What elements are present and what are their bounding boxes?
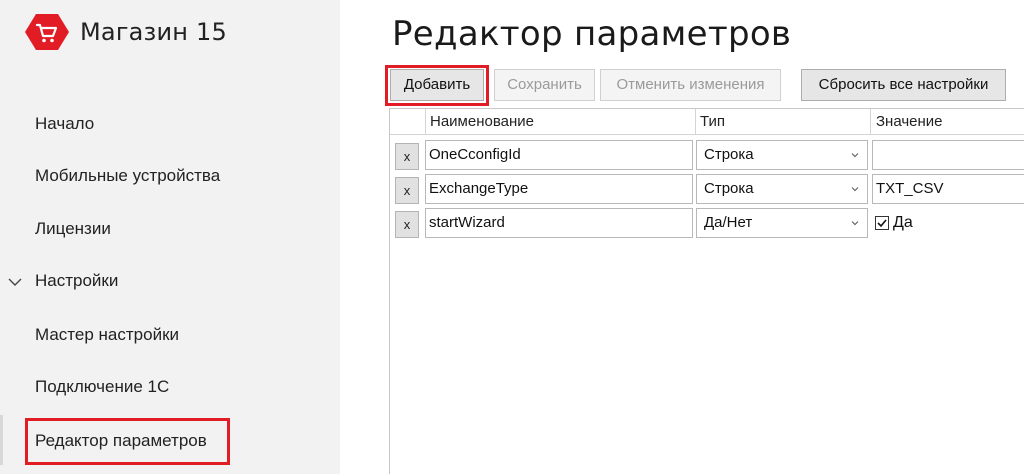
type-select-value: Строка bbox=[704, 180, 754, 197]
checkbox[interactable] bbox=[875, 216, 889, 230]
parameter-type-select[interactable]: Строка bbox=[696, 174, 868, 204]
column-header-name[interactable]: Наименование bbox=[430, 109, 534, 135]
parameter-value-field[interactable] bbox=[872, 140, 1024, 170]
type-select-value: Строка bbox=[704, 146, 754, 163]
page-title: Редактор параметров bbox=[392, 14, 792, 54]
shopping-cart-icon bbox=[25, 14, 69, 50]
parameter-type-select[interactable]: Строка bbox=[696, 140, 868, 170]
column-header-value[interactable]: Значение bbox=[876, 109, 943, 135]
header-divider bbox=[390, 134, 1024, 135]
parameters-grid: Наименование Тип Значение x OneCconfigId… bbox=[389, 108, 1024, 474]
parameter-name-field[interactable]: startWizard bbox=[425, 208, 693, 238]
table-row: x OneCconfigId Строка bbox=[390, 140, 1024, 174]
sidebar: Магазин 15 Начало Мобильные устройства Л… bbox=[0, 0, 340, 474]
parameter-name-field[interactable]: OneCconfigId bbox=[425, 140, 693, 170]
parameter-value-checkbox[interactable]: Да bbox=[872, 208, 1024, 238]
brand-name: Магазин 15 bbox=[80, 18, 227, 46]
sidebar-item-mobile-devices[interactable]: Мобильные устройства bbox=[35, 164, 220, 188]
sidebar-item-setup-wizard[interactable]: Мастер настройки bbox=[35, 323, 179, 347]
main-content: Редактор параметров Добавить Сохранить О… bbox=[340, 0, 1024, 474]
reset-settings-button[interactable]: Сбросить все настройки bbox=[801, 69, 1006, 101]
brand-logo: Магазин 15 bbox=[24, 12, 227, 52]
parameter-type-select[interactable]: Да/Нет bbox=[696, 208, 868, 238]
sidebar-item-1c-connection[interactable]: Подключение 1С bbox=[35, 375, 169, 399]
highlight-frame bbox=[25, 418, 230, 465]
check-icon bbox=[877, 219, 887, 228]
type-select-value: Да/Нет bbox=[704, 214, 753, 231]
remove-row-button[interactable]: x bbox=[395, 211, 419, 238]
sidebar-item-settings[interactable]: Настройки bbox=[35, 269, 118, 293]
parameter-value-field[interactable]: TXT_CSV bbox=[872, 174, 1024, 204]
chevron-down-icon bbox=[851, 153, 859, 158]
highlight-frame bbox=[385, 65, 489, 106]
checkbox-label: Да bbox=[893, 214, 913, 231]
remove-row-button[interactable]: x bbox=[395, 177, 419, 204]
chevron-down-icon bbox=[851, 187, 859, 192]
remove-row-button[interactable]: x bbox=[395, 143, 419, 170]
column-separator bbox=[695, 109, 696, 135]
parameter-name-field[interactable]: ExchangeType bbox=[425, 174, 693, 204]
chevron-down-icon bbox=[851, 221, 859, 226]
column-separator bbox=[425, 109, 426, 135]
save-button[interactable]: Сохранить bbox=[494, 69, 595, 101]
column-header-type[interactable]: Тип bbox=[700, 109, 725, 135]
active-indicator bbox=[0, 415, 3, 465]
sidebar-item-licenses[interactable]: Лицензии bbox=[35, 217, 111, 241]
cancel-changes-button[interactable]: Отменить изменения bbox=[600, 69, 781, 101]
table-row: x startWizard Да/Нет Да bbox=[390, 208, 1024, 242]
sidebar-item-home[interactable]: Начало bbox=[35, 112, 94, 136]
chevron-down-icon[interactable] bbox=[7, 274, 23, 290]
column-separator bbox=[870, 109, 871, 135]
table-row: x ExchangeType Строка TXT_CSV bbox=[390, 174, 1024, 208]
